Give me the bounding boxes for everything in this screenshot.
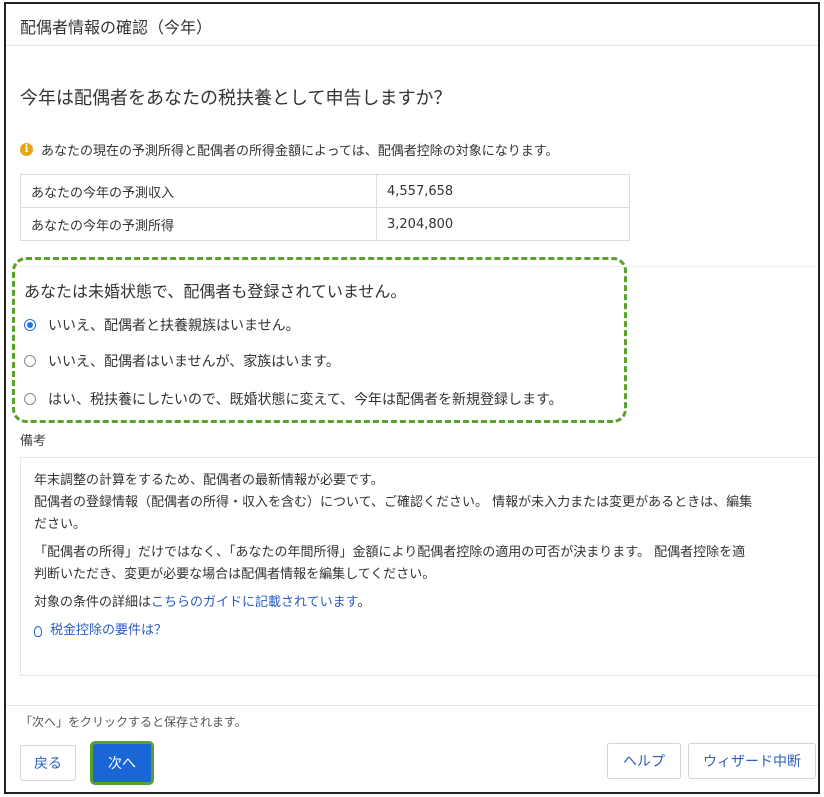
hint-label[interactable]: 税金控除の要件は？ bbox=[50, 620, 167, 642]
option-family-only[interactable]: いいえ、配偶者はいませんが、家族はいます。 bbox=[24, 351, 340, 371]
info-text: あなたの現在の予測所得と配偶者の所得金額によっては、配偶者控除の対象になります。 bbox=[41, 144, 559, 159]
radio-selected[interactable] bbox=[24, 319, 36, 331]
remarks-label: 備考 bbox=[20, 434, 47, 449]
guide-line: 対象の条件の詳細はこちらのガイドに記載されています。 bbox=[34, 592, 818, 614]
guide-suffix: 。 bbox=[357, 595, 371, 610]
remarks-text: 「配偶者の所得」だけではなく、「あなたの年間所得」金額により配偶者控除の適用の可… bbox=[34, 545, 746, 560]
table-row: あなたの今年の予測所得 3,204,800 bbox=[20, 207, 630, 241]
income-label: あなたの今年の予測所得 bbox=[20, 207, 377, 241]
guide-link[interactable]: こちらのガイドに記載されています bbox=[151, 595, 357, 610]
marital-status-text: あなたは未婚状態で、配偶者も登録されていません。 bbox=[24, 282, 407, 301]
back-button[interactable]: 戻る bbox=[20, 745, 76, 781]
remarks-text: ださい。 bbox=[34, 517, 87, 532]
info-icon: i bbox=[20, 143, 33, 156]
next-button[interactable]: 次へ bbox=[90, 741, 154, 785]
wizard-dialog: 配偶者情報の確認（今年） 今年は配偶者をあなたの税扶養として申告しますか？ i … bbox=[4, 2, 820, 794]
income-table: あなたの今年の予測収入 4,557,658 あなたの今年の予測所得 3,204,… bbox=[20, 174, 630, 241]
radio-unselected[interactable] bbox=[24, 393, 36, 405]
info-message: i あなたの現在の予測所得と配偶者の所得金額によっては、配偶者控除の対象になりま… bbox=[20, 140, 558, 159]
remarks-box: 年末調整の計算をするため、配偶者の最新情報が必要です。 配偶者の登録情報（配偶者… bbox=[20, 457, 818, 676]
question-heading: 今年は配偶者をあなたの税扶養として申告しますか？ bbox=[20, 88, 452, 109]
option-label: いいえ、配偶者と扶養親族はいません。 bbox=[48, 318, 300, 334]
footer-divider bbox=[6, 705, 818, 706]
save-note: 「次へ」をクリックすると保存されます。 bbox=[20, 715, 247, 729]
income-label: あなたの今年の予測収入 bbox=[20, 174, 377, 208]
option-label: はい、税扶養にしたいので、既婚状態に変えて、今年は配偶者を新規登録します。 bbox=[48, 392, 563, 408]
remarks-text: 判断いただき、変更が必要な場合は配偶者情報を編集してください。 bbox=[34, 567, 436, 582]
income-value: 3,204,800 bbox=[376, 207, 630, 241]
dialog-header: 配偶者情報の確認（今年） bbox=[6, 4, 818, 46]
page-title: 配偶者情報の確認（今年） bbox=[20, 18, 213, 37]
tax-deduction-hint-link[interactable]: 税金控除の要件は？ bbox=[34, 620, 818, 642]
radio-unselected[interactable] bbox=[24, 355, 36, 367]
remarks-text: 年末調整の計算をするため、配偶者の最新情報が必要です。 bbox=[34, 473, 384, 488]
option-register-spouse[interactable]: はい、税扶養にしたいので、既婚状態に変えて、今年は配偶者を新規登録します。 bbox=[24, 389, 563, 409]
option-no-dependents[interactable]: いいえ、配偶者と扶養親族はいません。 bbox=[24, 315, 300, 335]
guide-prefix: 対象の条件の詳細は bbox=[34, 595, 152, 610]
option-label: いいえ、配偶者はいませんが、家族はいます。 bbox=[48, 354, 340, 370]
abort-wizard-button[interactable]: ウィザード中断 bbox=[688, 743, 816, 779]
lightbulb-icon bbox=[34, 625, 42, 637]
table-row: あなたの今年の予測収入 4,557,658 bbox=[20, 174, 630, 208]
remarks-text: 配偶者の登録情報（配偶者の所得・収入を含む）について、ご確認ください。 情報が未… bbox=[34, 495, 753, 510]
help-button[interactable]: ヘルプ bbox=[607, 743, 681, 779]
income-value: 4,557,658 bbox=[376, 174, 630, 208]
